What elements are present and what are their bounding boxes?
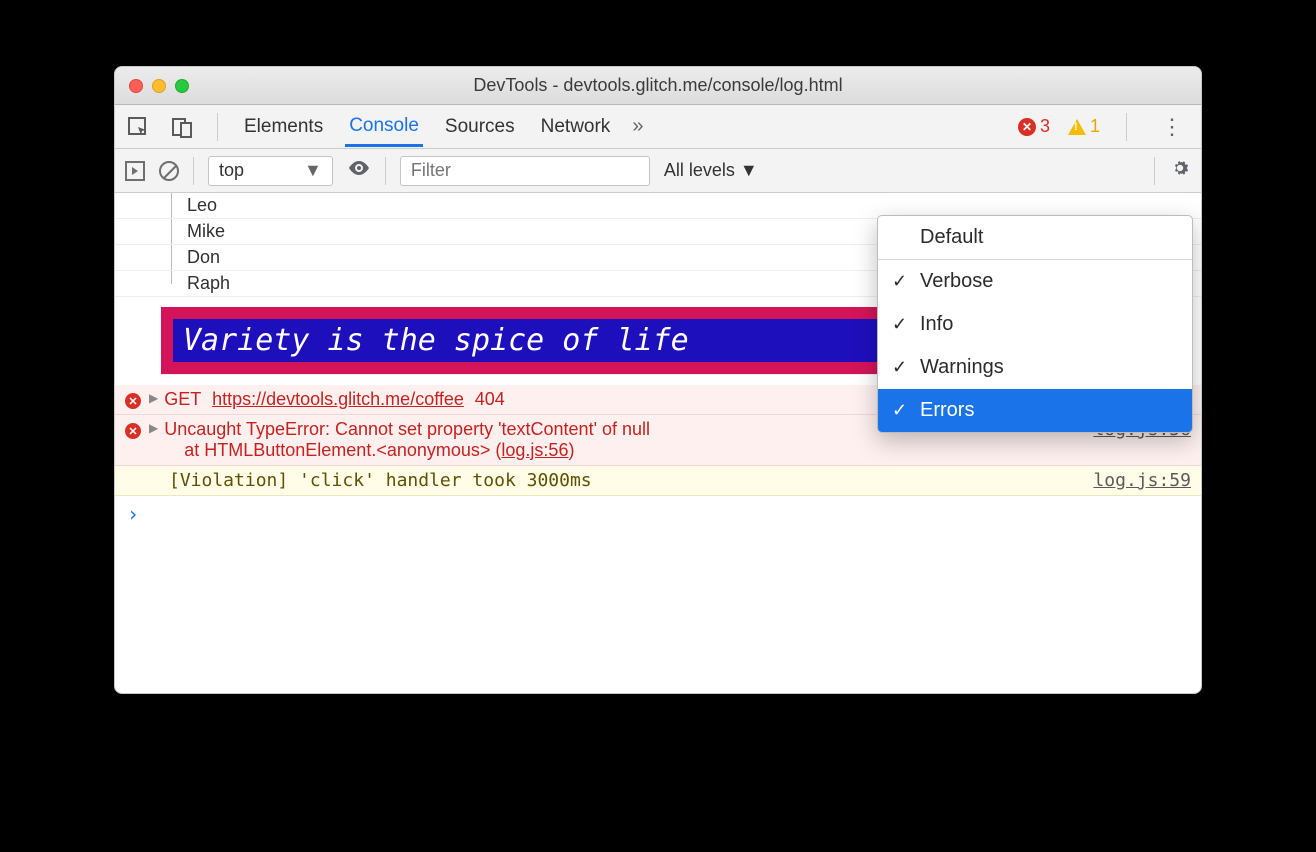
check-icon: ✓ bbox=[892, 357, 907, 378]
check-icon: ✓ bbox=[892, 314, 907, 335]
error-count: 3 bbox=[1040, 116, 1050, 137]
warning-badge-icon bbox=[1068, 119, 1086, 135]
dropdown-item-verbose[interactable]: ✓ Verbose bbox=[878, 260, 1192, 303]
warning-count: 1 bbox=[1090, 116, 1100, 137]
dropdown-label: Errors bbox=[920, 399, 974, 421]
error-badge-icon: ✕ bbox=[1018, 118, 1036, 136]
stack-link[interactable]: log.js:56 bbox=[501, 440, 568, 460]
context-value: top bbox=[219, 160, 244, 181]
menu-icon[interactable]: ⋮ bbox=[1153, 114, 1191, 140]
tab-sources[interactable]: Sources bbox=[441, 108, 519, 146]
inspect-icon[interactable] bbox=[125, 114, 151, 140]
window-title: DevTools - devtools.glitch.me/console/lo… bbox=[115, 75, 1201, 96]
dropdown-label: Info bbox=[920, 313, 953, 335]
context-selector[interactable]: top ▼ bbox=[208, 156, 333, 186]
device-toolbar-icon[interactable] bbox=[169, 114, 195, 140]
dropdown-label: Warnings bbox=[920, 356, 1004, 378]
devtools-window: DevTools - devtools.glitch.me/console/lo… bbox=[114, 66, 1202, 694]
http-method: GET bbox=[164, 389, 201, 409]
tab-console[interactable]: Console bbox=[345, 107, 423, 147]
check-icon: ✓ bbox=[892, 271, 907, 292]
dropdown-item-warnings[interactable]: ✓ Warnings bbox=[878, 346, 1192, 389]
violation-text: [Violation] 'click' handler took 3000ms bbox=[149, 470, 1093, 491]
stack-suffix: ) bbox=[568, 440, 574, 460]
expand-icon[interactable]: ▶ bbox=[149, 391, 158, 405]
http-status: 404 bbox=[475, 389, 505, 409]
console-prompt[interactable]: › bbox=[115, 496, 1201, 532]
filter-input[interactable] bbox=[400, 156, 650, 186]
tabs-overflow-icon[interactable]: » bbox=[632, 115, 643, 138]
error-url[interactable]: https://devtools.glitch.me/coffee bbox=[212, 389, 464, 409]
log-level-selector[interactable]: All levels ▼ bbox=[664, 160, 758, 181]
dropdown-label: Default bbox=[920, 226, 983, 248]
error-icon: ✕ bbox=[125, 393, 141, 409]
main-tabbar: Elements Console Sources Network » ✕ 3 1… bbox=[115, 105, 1201, 149]
stack-prefix: at HTMLButtonElement.<anonymous> ( bbox=[164, 440, 501, 460]
divider bbox=[1126, 113, 1127, 141]
log-level-dropdown: Default ✓ Verbose ✓ Info ✓ Warnings ✓ Er… bbox=[877, 215, 1193, 433]
sidebar-toggle-icon[interactable] bbox=[125, 161, 145, 181]
divider bbox=[385, 157, 386, 185]
dropdown-item-info[interactable]: ✓ Info bbox=[878, 303, 1192, 346]
dropdown-item-errors[interactable]: ✓ Errors bbox=[878, 389, 1192, 432]
error-text: Uncaught TypeError: Cannot set property … bbox=[164, 419, 650, 439]
live-expression-icon[interactable] bbox=[347, 156, 371, 186]
divider bbox=[1154, 157, 1155, 185]
settings-icon[interactable] bbox=[1169, 157, 1191, 185]
tab-network[interactable]: Network bbox=[537, 108, 615, 146]
divider bbox=[193, 157, 194, 185]
error-counter[interactable]: ✕ 3 bbox=[1018, 116, 1050, 137]
console-toolbar: top ▼ All levels ▼ bbox=[115, 149, 1201, 193]
violation-row[interactable]: [Violation] 'click' handler took 3000ms … bbox=[115, 466, 1201, 496]
divider bbox=[217, 113, 218, 141]
error-icon: ✕ bbox=[125, 423, 141, 439]
tab-elements[interactable]: Elements bbox=[240, 108, 327, 146]
check-icon: ✓ bbox=[892, 400, 907, 421]
source-link[interactable]: log.js:59 bbox=[1093, 470, 1191, 491]
dropdown-item-default[interactable]: Default bbox=[878, 216, 1192, 260]
warning-counter[interactable]: 1 bbox=[1068, 116, 1100, 137]
chevron-down-icon: ▼ bbox=[304, 160, 322, 181]
dropdown-label: Verbose bbox=[920, 270, 993, 292]
titlebar: DevTools - devtools.glitch.me/console/lo… bbox=[115, 67, 1201, 105]
expand-icon[interactable]: ▶ bbox=[149, 421, 158, 435]
clear-console-icon[interactable] bbox=[159, 161, 179, 181]
